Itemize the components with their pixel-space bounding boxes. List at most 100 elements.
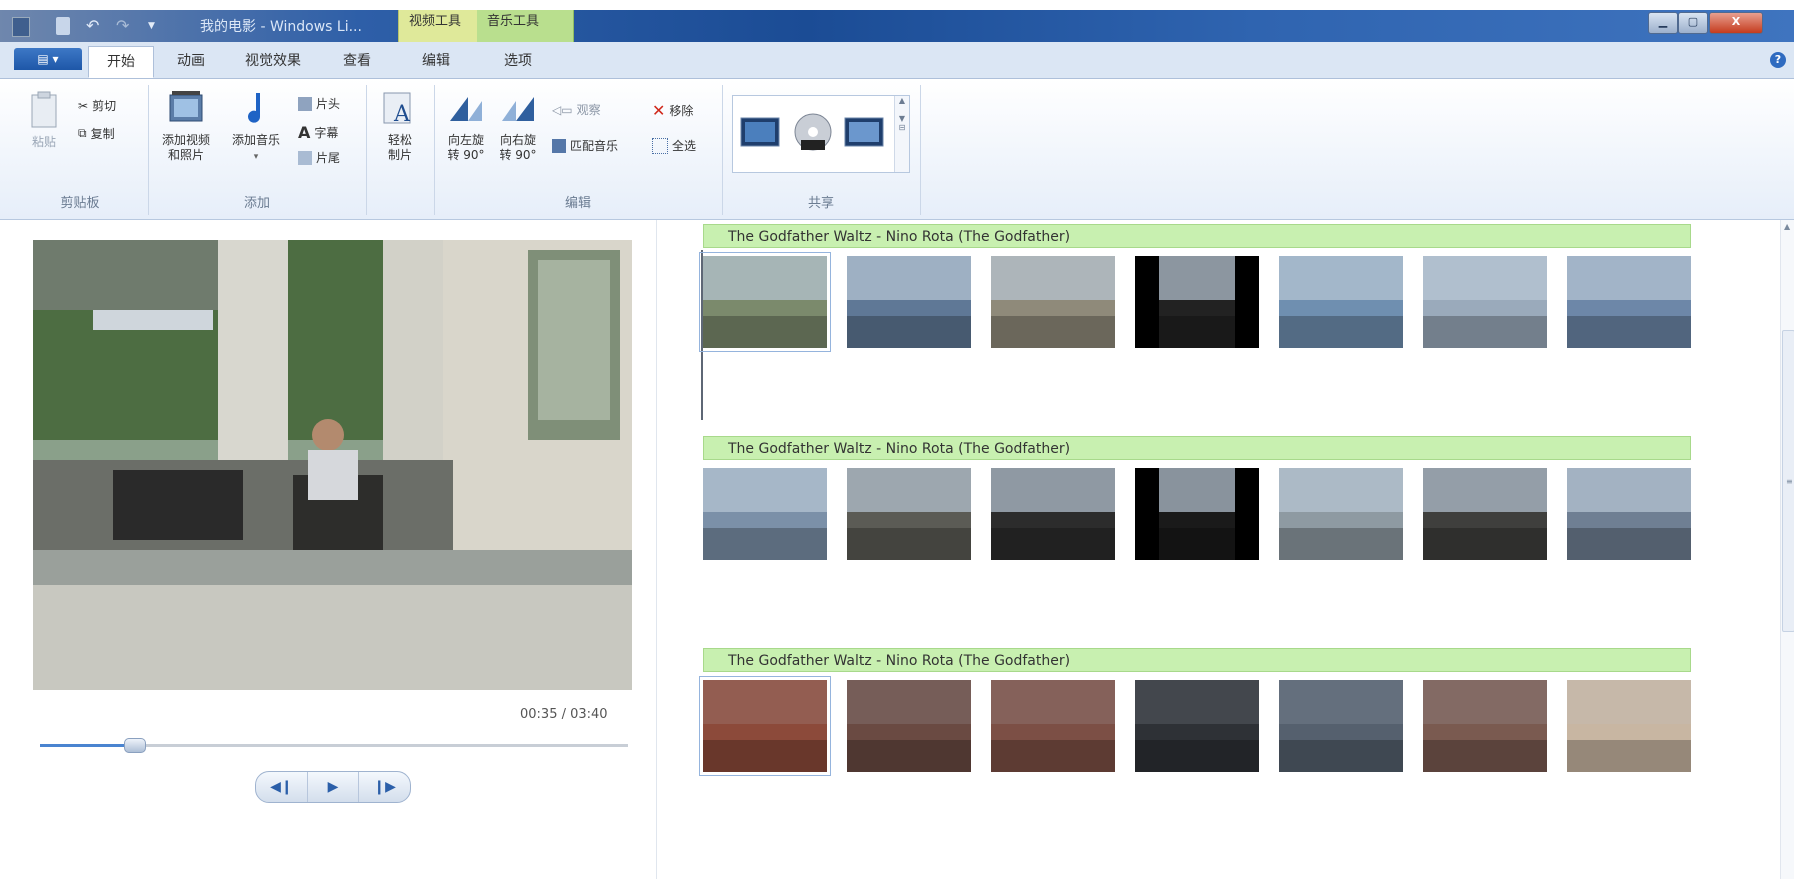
- monitor-icon[interactable]: [739, 112, 783, 156]
- select-all-button[interactable]: 全选: [652, 137, 696, 154]
- storyboard-clip[interactable]: [1135, 680, 1259, 772]
- paste-label: 粘贴: [31, 135, 56, 149]
- seek-bar[interactable]: [40, 738, 628, 753]
- window-title: 我的电影 - Windows Li...: [200, 19, 362, 35]
- add-group-label: 添加: [243, 196, 270, 211]
- dvd-icon[interactable]: [791, 108, 835, 156]
- app-menu-button[interactable]: ▤ ▾: [14, 48, 82, 70]
- rotate-right-button[interactable]: 向右旋 转 90°: [494, 89, 542, 163]
- music-track-bar[interactable]: The Godfather Waltz - Nino Rota (The God…: [703, 436, 1691, 460]
- storyboard-clip[interactable]: [991, 256, 1115, 348]
- storyboard-clip[interactable]: [847, 468, 971, 560]
- maximize-icon: ▢: [1687, 15, 1699, 28]
- cut-button[interactable]: ✂ 剪切: [78, 97, 116, 114]
- clip-thumbnail: [1135, 468, 1259, 560]
- snapshot-label: 观察: [576, 103, 601, 117]
- storyboard-clip[interactable]: [1423, 680, 1547, 772]
- credits-button[interactable]: 片尾: [298, 149, 340, 166]
- tab-options[interactable]: 选项: [486, 46, 550, 76]
- scrollbar-thumb[interactable]: ≡: [1782, 330, 1794, 632]
- storyboard-clip[interactable]: [991, 680, 1115, 772]
- storyboard-clip[interactable]: [1279, 680, 1403, 772]
- clip-thumbnail: [1567, 256, 1691, 348]
- storyboard-clip[interactable]: [1567, 256, 1691, 348]
- gallery-scrollbar[interactable]: ▲ ▼ ⊟: [894, 96, 909, 172]
- clip-thumbnail: [703, 256, 827, 348]
- storyboard-clip[interactable]: [1567, 680, 1691, 772]
- paste-button[interactable]: 粘贴: [24, 91, 64, 150]
- clip-thumbnail: [1423, 680, 1547, 772]
- storyboard-clip[interactable]: [991, 468, 1115, 560]
- save-icon[interactable]: [56, 17, 70, 35]
- tab-home[interactable]: 开始: [88, 46, 154, 78]
- rotate-right-label: 向右旋 转 90°: [499, 133, 537, 162]
- ribbon: 粘贴 ✂ 剪切 ⧉ 复制 剪贴板 添加视频 和照片 添加音乐 ▾ 片头 A 字幕 片尾…: [0, 79, 1794, 220]
- storyboard-clip[interactable]: [703, 468, 827, 560]
- video-preview[interactable]: [33, 240, 632, 690]
- minimize-button[interactable]: ▁: [1648, 12, 1678, 34]
- storyboard-scrollbar[interactable]: ▲ ≡: [1780, 220, 1794, 879]
- snapshot-button[interactable]: ◁▭ 观察: [552, 101, 601, 118]
- storyboard-clip[interactable]: [1423, 468, 1547, 560]
- tab-animations[interactable]: 动画: [160, 46, 222, 76]
- clip-thumbnail: [1279, 680, 1403, 772]
- monitor-hd-icon[interactable]: [843, 112, 887, 156]
- storyboard-clip[interactable]: [1135, 468, 1259, 560]
- remove-icon: ✕: [652, 101, 666, 120]
- title-button[interactable]: 片头: [298, 95, 340, 112]
- add-group: 添加视频 和照片 添加音乐 ▾ 片头 A 字幕 片尾 添加: [148, 85, 367, 215]
- play-button[interactable]: ▶: [308, 772, 360, 802]
- storyboard-clip[interactable]: [1567, 468, 1691, 560]
- automovie-button[interactable]: A 轻松 制片: [376, 89, 424, 163]
- rotate-left-icon: [450, 97, 482, 121]
- scroll-up-icon[interactable]: ▲: [1784, 222, 1790, 231]
- share-group-label: 共享: [807, 196, 834, 211]
- storyboard-clip[interactable]: [1279, 256, 1403, 348]
- customize-quick-access-icon[interactable]: ▼: [148, 17, 160, 35]
- music-track-bar[interactable]: The Godfather Waltz - Nino Rota (The God…: [703, 648, 1691, 672]
- cut-label: 剪切: [92, 99, 117, 113]
- snapshot-icon: ◁▭: [552, 102, 573, 117]
- preview-frame: [33, 240, 632, 690]
- next-frame-button[interactable]: ❙▶: [359, 772, 410, 802]
- help-icon[interactable]: ?: [1770, 52, 1786, 68]
- storyboard-clip[interactable]: [847, 256, 971, 348]
- close-button[interactable]: X: [1709, 12, 1763, 34]
- storyboard-clip[interactable]: [1423, 256, 1547, 348]
- copy-button[interactable]: ⧉ 复制: [78, 125, 115, 142]
- tab-view[interactable]: 查看: [326, 46, 388, 76]
- credits-label: 片尾: [316, 151, 341, 165]
- grip-icon: ≡: [1786, 477, 1793, 486]
- add-music-button[interactable]: 添加音乐 ▾: [224, 89, 288, 165]
- fit-music-button[interactable]: 匹配音乐: [552, 137, 618, 154]
- automovie-label: 轻松 制片: [387, 133, 412, 162]
- caption-button[interactable]: A 字幕: [298, 123, 338, 142]
- previous-frame-button[interactable]: ◀❙: [256, 772, 308, 802]
- clipboard-group: 粘贴 ✂ 剪切 ⧉ 复制 剪贴板: [12, 85, 149, 215]
- storyboard-clip[interactable]: [847, 680, 971, 772]
- storyboard-clip[interactable]: [699, 252, 831, 352]
- remove-button[interactable]: ✕ 移除: [652, 101, 693, 120]
- storyboard-clip[interactable]: [1279, 468, 1403, 560]
- title-bar: ↶ ↷ ▼ 我的电影 - Windows Li... 视频工具 音乐工具 ▁ ▢…: [0, 10, 1794, 42]
- seek-thumb[interactable]: [124, 738, 147, 753]
- maximize-button[interactable]: ▢: [1678, 12, 1708, 34]
- redo-icon[interactable]: ↷: [116, 17, 132, 35]
- music-tools-context-tab[interactable]: 音乐工具: [477, 10, 574, 42]
- tab-visual-effects[interactable]: 视觉效果: [230, 46, 316, 76]
- clip-thumbnail: [991, 468, 1115, 560]
- playback-time: 00:35 / 03:40: [520, 707, 608, 722]
- music-track-bar[interactable]: The Godfather Waltz - Nino Rota (The God…: [703, 224, 1691, 248]
- rotate-right-icon: [502, 97, 534, 121]
- rotate-left-button[interactable]: 向左旋 转 90°: [442, 89, 490, 163]
- app-icon[interactable]: [12, 17, 30, 37]
- storyboard-clip[interactable]: [699, 676, 831, 776]
- clipboard-group-label: 剪贴板: [60, 196, 100, 211]
- caption-label: 字幕: [314, 126, 339, 140]
- tab-edit[interactable]: 编辑: [404, 46, 468, 76]
- remove-label: 移除: [669, 104, 694, 118]
- add-videos-photos-button[interactable]: 添加视频 和照片: [154, 89, 218, 163]
- undo-icon[interactable]: ↶: [86, 17, 102, 35]
- storyboard-clip[interactable]: [1135, 256, 1259, 348]
- automovie-group: A 轻松 制片: [366, 85, 435, 215]
